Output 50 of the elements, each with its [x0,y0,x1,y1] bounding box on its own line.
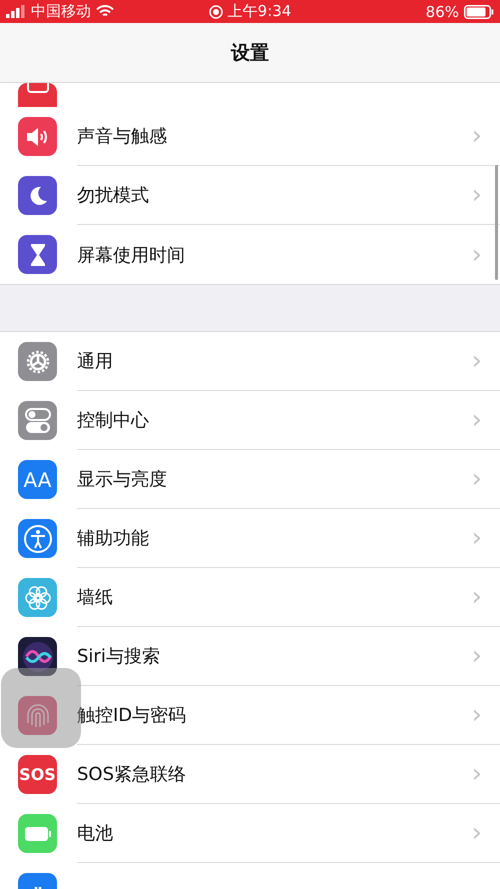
chevron-icon: › [472,240,482,270]
wifi-icon [96,5,114,18]
row-label: 通用 [77,350,114,373]
settings-row[interactable]: AA 显示与亮度 › [0,450,500,509]
chevron-icon: › [472,582,482,612]
row-label: 墙纸 [77,586,114,609]
page-title: 设置 [231,40,269,66]
chevron-icon: › [472,180,482,210]
row-label: 显示与亮度 [77,468,168,491]
chevron-icon: › [472,405,482,435]
row-label: 控制中心 [77,409,150,432]
battery-percentage: 86% [426,2,460,20]
settings-row[interactable]: 屏幕使用时间 › [0,225,500,284]
chevron-icon: › [472,121,482,151]
settings-row[interactable]: 墙纸 › [0,568,500,627]
settings-row[interactable]: 电池 › [0,804,500,863]
row-label: 辅助功能 [77,527,150,550]
chevron-icon: › [472,818,482,848]
settings-row[interactable]: SOS SOS紧急联络 › [0,745,500,804]
toggles-icon [24,406,50,434]
row-label: 勿扰模式 [77,184,150,207]
signal-icon [6,5,26,18]
row-label: 屏幕使用时间 [77,244,186,266]
settings-row[interactable]: 辅助功能 › [0,509,500,568]
carrier-name: 中国移动 [31,2,91,21]
speaker-icon [26,126,50,146]
chevron-icon: › [472,464,482,494]
settings-row[interactable]: 触控ID与密码 › [0,686,500,745]
chevron-icon: › [472,523,482,553]
settings-row[interactable]: 通用 › [0,332,500,391]
clock-time: 上午9:34 [228,2,292,21]
chevron-icon: › [472,346,482,376]
chevron-icon: › [472,641,482,671]
settings-row[interactable]: 勿扰模式 › [0,166,500,225]
row-label: Siri与搜索 [77,645,161,668]
settings-row[interactable]: 声音与触感 › [0,107,500,166]
battery-icon [464,4,494,18]
chevron-icon: › [472,700,482,730]
row-label: 电池 [77,822,114,845]
row-label: 声音与触感 [77,125,168,148]
settings-row[interactable]: Siri与搜索 › [0,627,500,686]
chevron-icon: › [472,759,482,789]
settings-row[interactable]: 控制中心 › [0,391,500,450]
hourglass-icon [28,242,46,266]
app-icon: AA [18,460,57,499]
row-label: 触控ID与密码 [77,704,188,727]
app-icon: SOS [18,755,57,794]
row-label: SOS紧急联络 [77,763,188,786]
battery-icon [24,826,52,842]
record-icon [208,4,223,18]
